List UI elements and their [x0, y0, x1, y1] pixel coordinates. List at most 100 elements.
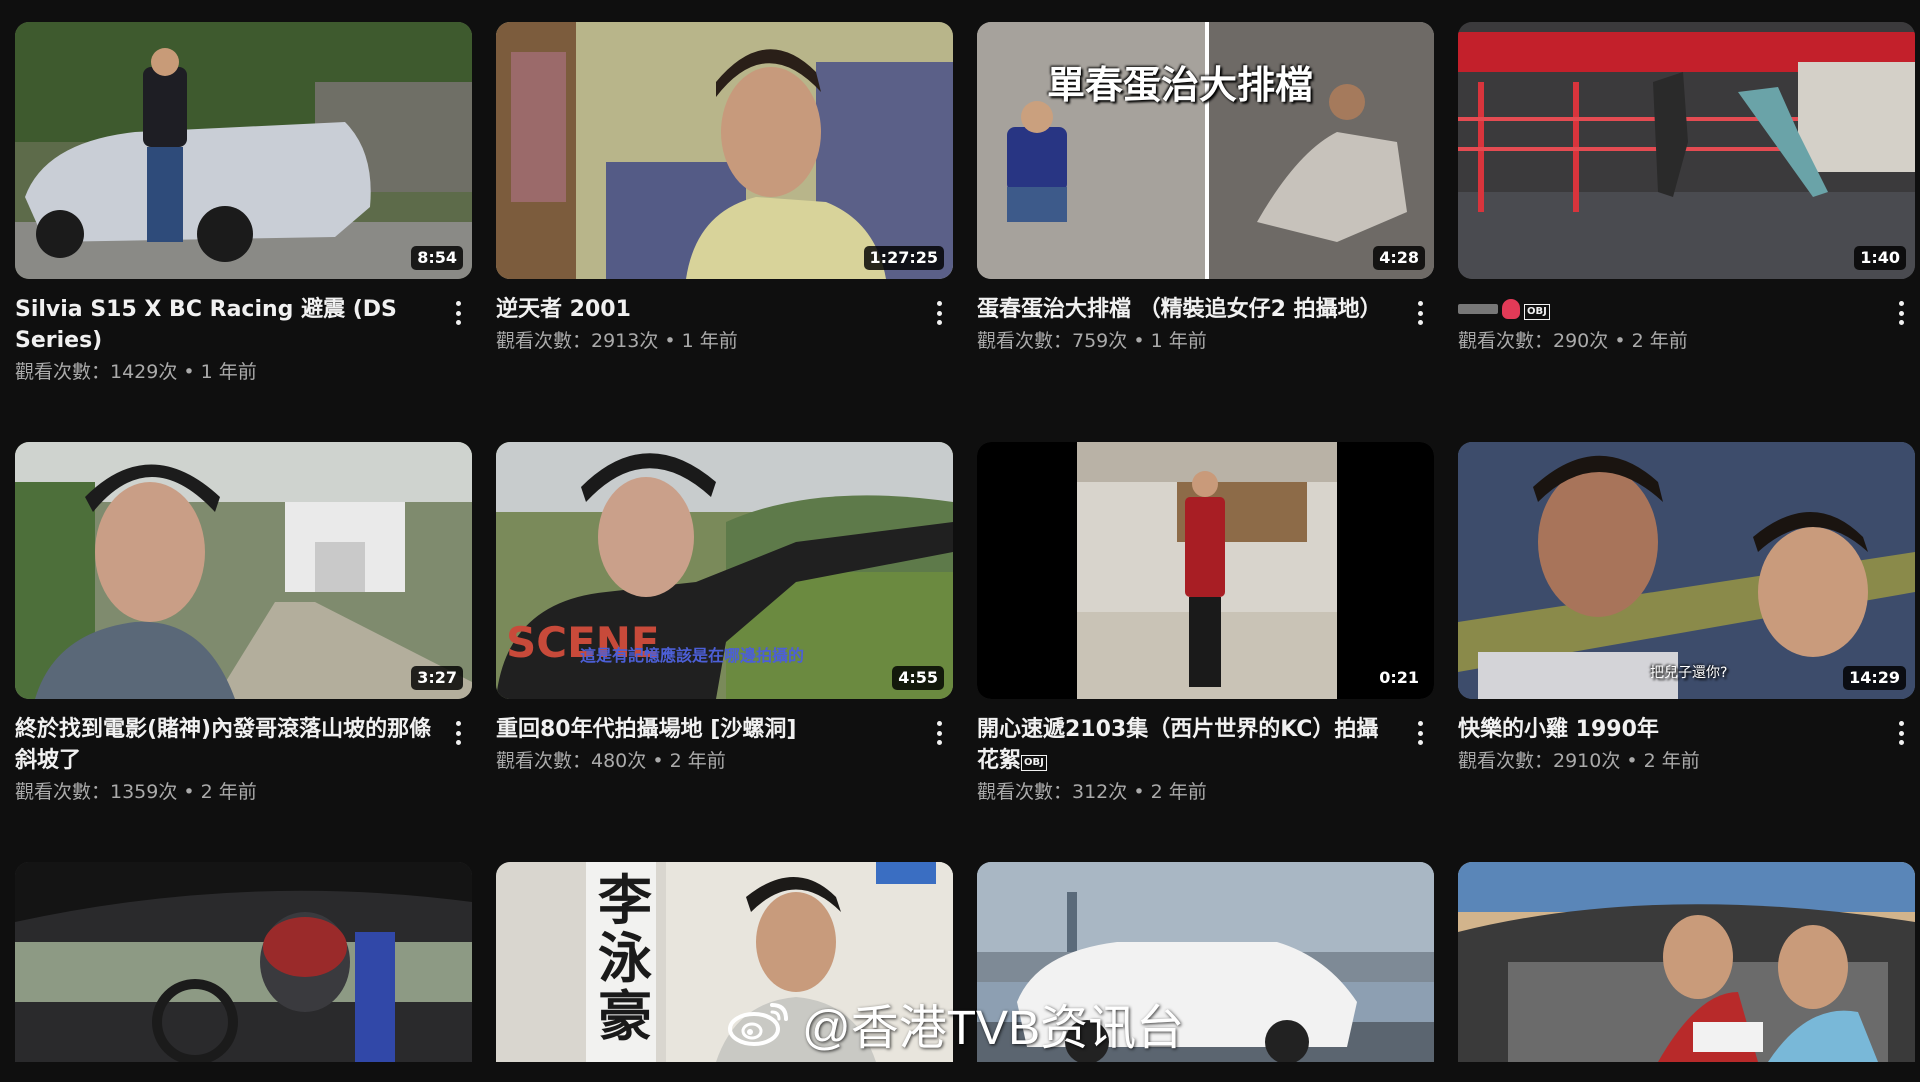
- video-stats: 觀看次數：290次 • 2 年前: [1458, 325, 1875, 357]
- duration-badge: 0:21: [1373, 666, 1425, 690]
- object-replacement-icon: OBJ: [1524, 304, 1550, 320]
- thumbnail-image: [1458, 442, 1915, 699]
- duration-badge: 1:40: [1854, 246, 1906, 270]
- video-thumbnail[interactable]: 把兒子還你? 14:29: [1458, 442, 1915, 699]
- thumbnail-caption: 李泳豪: [598, 869, 652, 1048]
- watermark-text: @香港TVB资讯台: [802, 1002, 1185, 1055]
- video-card[interactable]: [15, 862, 472, 1082]
- weibo-icon: [728, 999, 792, 1047]
- duration-badge: 14:29: [1843, 666, 1906, 690]
- video-stats: 觀看次數：2913次 • 1 年前: [496, 325, 913, 357]
- video-title[interactable]: 蛋春蛋治大排檔 （精裝追女仔2 拍攝地）: [977, 294, 1394, 325]
- video-details: Silvia S15 X BC Racing 避震 (DS Series) 觀看…: [15, 279, 472, 388]
- thumbnail-caption: 單春蛋治大排檔: [1047, 63, 1314, 107]
- video-title[interactable]: 終於找到電影(賭神)內發哥滾落山坡的那條斜坡了: [15, 714, 432, 776]
- view-count: 觀看次數：759次: [977, 330, 1128, 352]
- video-title[interactable]: 開心速遞2103集（西片世界的KC）拍攝花絮 OBJ: [977, 714, 1394, 776]
- video-stats: 觀看次數：312次 • 2 年前: [977, 776, 1394, 808]
- video-stats: 觀看次數：2910次 • 2 年前: [1458, 745, 1875, 777]
- video-title[interactable]: 逆天者 2001: [496, 294, 913, 325]
- thumbnail-caption: 把兒子還你?: [1650, 665, 1728, 681]
- view-count: 觀看次數：2910次: [1458, 750, 1621, 772]
- separator-dot: •: [652, 750, 664, 772]
- video-stats: 觀看次數：480次 • 2 年前: [496, 745, 913, 777]
- video-title[interactable]: Silvia S15 X BC Racing 避震 (DS Series): [15, 294, 432, 356]
- upload-age: 1 年前: [200, 361, 257, 383]
- more-options-icon[interactable]: [1408, 719, 1432, 747]
- thumbnail-image: [977, 442, 1434, 699]
- more-options-icon[interactable]: [927, 299, 951, 327]
- video-grid: 8:54 Silvia S15 X BC Racing 避震 (DS Serie…: [15, 22, 1915, 1082]
- video-thumbnail[interactable]: [1458, 862, 1915, 1062]
- more-options-icon[interactable]: [1889, 719, 1913, 747]
- video-card[interactable]: 1:40 OBJ 觀看次數：290次 • 2 年前: [1458, 22, 1915, 442]
- more-options-icon[interactable]: [446, 719, 470, 747]
- video-title[interactable]: 快樂的小雞 1990年: [1458, 714, 1875, 745]
- video-thumbnail[interactable]: SCENE 這是有記憶應該是在哪邊拍攝的 4:55: [496, 442, 953, 699]
- video-details: 開心速遞2103集（西片世界的KC）拍攝花絮 OBJ 觀看次數：312次 • 2 …: [977, 699, 1434, 808]
- video-stats: 觀看次數：759次 • 1 年前: [977, 325, 1394, 357]
- video-thumbnail[interactable]: 0:21: [977, 442, 1434, 699]
- video-details: 重回80年代拍攝場地 [沙螺洞] 觀看次數：480次 • 2 年前: [496, 699, 953, 777]
- duration-badge: 1:27:25: [863, 246, 944, 270]
- upload-age: 1 年前: [681, 330, 738, 352]
- view-count: 觀看次數：1429次: [15, 361, 178, 383]
- video-title[interactable]: OBJ: [1458, 294, 1875, 325]
- upload-age: 2 年前: [200, 781, 257, 803]
- upload-age: 1 年前: [1150, 330, 1207, 352]
- video-card[interactable]: 8:54 Silvia S15 X BC Racing 避震 (DS Serie…: [15, 22, 472, 442]
- more-options-icon[interactable]: [1889, 299, 1913, 327]
- video-card[interactable]: 1:27:25 逆天者 2001 觀看次數：2913次 • 1 年前: [496, 22, 953, 442]
- view-count: 觀看次數：290次: [1458, 330, 1609, 352]
- duration-badge: 8:54: [411, 246, 463, 270]
- thumbnail-image: [1458, 22, 1915, 279]
- more-options-icon[interactable]: [1408, 299, 1432, 327]
- view-count: 觀看次數：2913次: [496, 330, 659, 352]
- video-card[interactable]: 0:21 開心速遞2103集（西片世界的KC）拍攝花絮 OBJ 觀看次數：312次…: [977, 442, 1434, 862]
- redacted-text-icon: [1458, 304, 1498, 314]
- video-thumbnail[interactable]: 8:54: [15, 22, 472, 279]
- video-details: 終於找到電影(賭神)內發哥滾落山坡的那條斜坡了 觀看次數：1359次 • 2 年…: [15, 699, 472, 808]
- view-count: 觀看次數：312次: [977, 781, 1128, 803]
- object-replacement-icon: OBJ: [1021, 755, 1047, 771]
- video-thumbnail[interactable]: [15, 862, 472, 1062]
- separator-dot: •: [664, 330, 676, 352]
- thumbnail-image: [1458, 862, 1915, 1062]
- video-title[interactable]: 重回80年代拍攝場地 [沙螺洞]: [496, 714, 913, 745]
- video-details: OBJ 觀看次數：290次 • 2 年前: [1458, 279, 1915, 357]
- video-card[interactable]: 單春蛋治大排檔 4:28 蛋春蛋治大排檔 （精裝追女仔2 拍攝地） 觀看次數：7…: [977, 22, 1434, 442]
- video-card[interactable]: [1458, 862, 1915, 1082]
- view-count: 觀看次數：1359次: [15, 781, 178, 803]
- video-stats: 觀看次數：1429次 • 1 年前: [15, 356, 432, 388]
- video-thumbnail[interactable]: 3:27: [15, 442, 472, 699]
- duration-badge: 4:28: [1373, 246, 1425, 270]
- view-count: 觀看次數：480次: [496, 750, 647, 772]
- video-details: 快樂的小雞 1990年 觀看次數：2910次 • 2 年前: [1458, 699, 1915, 777]
- thumbnail-image: [496, 22, 953, 279]
- thumbnail-image: [15, 442, 472, 699]
- more-options-icon[interactable]: [927, 719, 951, 747]
- thumbnail-image: [15, 862, 472, 1062]
- more-options-icon[interactable]: [446, 299, 470, 327]
- upload-age: 2 年前: [1631, 330, 1688, 352]
- video-card[interactable]: 3:27 終於找到電影(賭神)內發哥滾落山坡的那條斜坡了 觀看次數：1359次 …: [15, 442, 472, 862]
- boxing-glove-icon: [1502, 299, 1520, 319]
- video-thumbnail[interactable]: 1:40: [1458, 22, 1915, 279]
- separator-dot: •: [1133, 330, 1145, 352]
- separator-dot: •: [1614, 330, 1626, 352]
- video-details: 蛋春蛋治大排檔 （精裝追女仔2 拍攝地） 觀看次數：759次 • 1 年前: [977, 279, 1434, 357]
- video-thumbnail[interactable]: 單春蛋治大排檔 4:28: [977, 22, 1434, 279]
- thumbnail-image: [15, 22, 472, 279]
- duration-badge: 4:55: [892, 666, 944, 690]
- video-stats: 觀看次數：1359次 • 2 年前: [15, 776, 432, 808]
- video-thumbnail[interactable]: 1:27:25: [496, 22, 953, 279]
- separator-dot: •: [1626, 750, 1638, 772]
- video-card[interactable]: 把兒子還你? 14:29 快樂的小雞 1990年 觀看次數：2910次 • 2 …: [1458, 442, 1915, 862]
- separator-dot: •: [183, 361, 195, 383]
- separator-dot: •: [1133, 781, 1145, 803]
- weibo-watermark: @香港TVB资讯台: [728, 988, 1184, 1058]
- thumbnail-caption: 這是有記憶應該是在哪邊拍攝的: [580, 646, 805, 665]
- video-card[interactable]: SCENE 這是有記憶應該是在哪邊拍攝的 4:55 重回80年代拍攝場地 [沙螺…: [496, 442, 953, 862]
- separator-dot: •: [183, 781, 195, 803]
- video-details: 逆天者 2001 觀看次數：2913次 • 1 年前: [496, 279, 953, 357]
